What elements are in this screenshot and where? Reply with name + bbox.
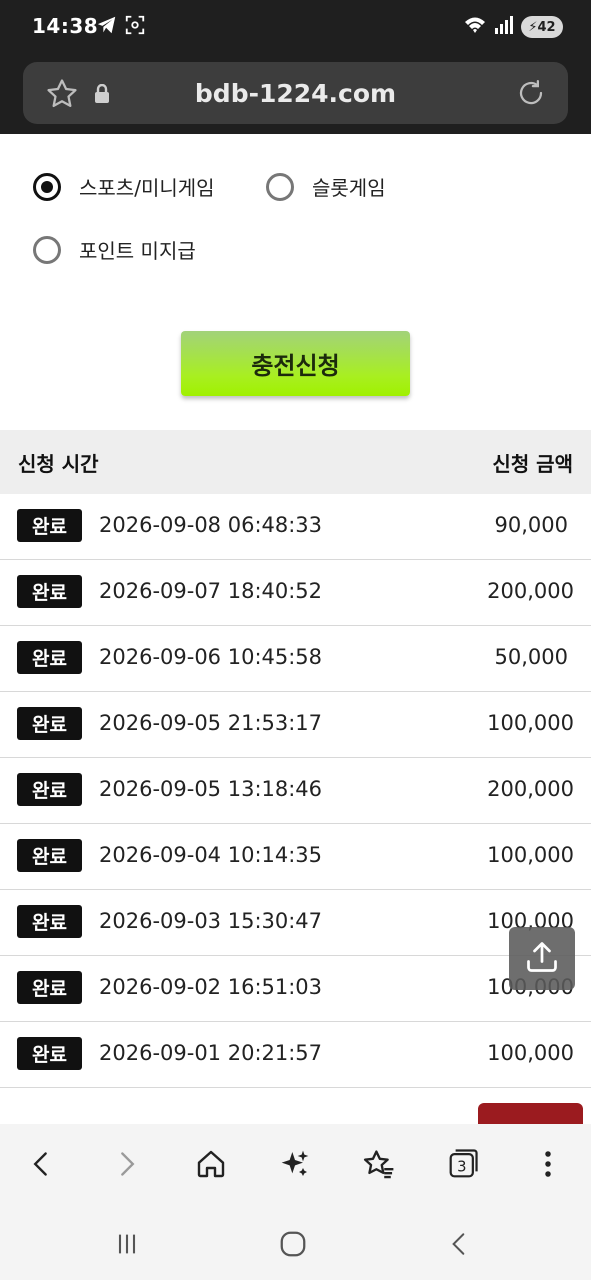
option-slot-game[interactable]: 슬롯게임 <box>266 172 386 201</box>
status-badge: 완료 <box>17 707 82 740</box>
option-no-point[interactable]: 포인트 미지급 <box>33 235 196 264</box>
option-sports-minigame[interactable]: 스포츠/미니게임 <box>33 172 215 201</box>
battery-icon: ⚡ 42 <box>521 16 563 38</box>
request-time: 2026-09-01 20:21:57 <box>99 1041 323 1065</box>
request-amount: 100,000 <box>487 843 574 867</box>
browser-toolbar: bdb-1224.com <box>0 56 591 134</box>
table-row[interactable]: 완료 2026-09-01 20:21:57 100,000 <box>0 1022 591 1088</box>
reload-icon[interactable] <box>516 78 546 112</box>
table-row[interactable]: 완료 2026-09-05 21:53:17 100,000 <box>0 692 591 758</box>
system-back-icon[interactable] <box>437 1222 481 1266</box>
charge-request-button[interactable]: 충전신청 <box>181 331 410 396</box>
request-time: 2026-09-06 10:45:58 <box>99 645 323 669</box>
table-row[interactable]: 완료 2026-09-02 16:51:03 100,000 <box>0 956 591 1022</box>
table-row[interactable]: 완료 2026-09-08 06:48:33 90,000 <box>0 494 591 560</box>
request-amount: 200,000 <box>487 777 574 801</box>
recent-apps-icon[interactable] <box>105 1222 149 1266</box>
request-time: 2026-09-04 10:14:35 <box>99 843 323 867</box>
signal-icon <box>493 14 515 40</box>
option-label: 포인트 미지급 <box>79 239 196 263</box>
status-badge: 완료 <box>17 575 82 608</box>
bookmarks-icon[interactable] <box>357 1142 401 1186</box>
status-badge: 완료 <box>17 971 82 1004</box>
upload-icon <box>524 939 560 979</box>
home-button-icon[interactable] <box>271 1222 315 1266</box>
ai-sparkle-icon[interactable] <box>273 1142 317 1186</box>
radio-no-point[interactable] <box>33 235 61 264</box>
more-menu-icon[interactable] <box>526 1142 570 1186</box>
screenshot-icon <box>124 14 146 40</box>
request-time: 2026-09-05 13:18:46 <box>99 777 323 801</box>
header-request-amount: 신청 금액 <box>492 451 573 476</box>
table-header: 신청 시간 신청 금액 <box>0 430 591 494</box>
status-badge: 완료 <box>17 1037 82 1070</box>
header-request-time: 신청 시간 <box>18 451 99 476</box>
wifi-icon <box>463 14 487 40</box>
request-time: 2026-09-02 16:51:03 <box>99 975 323 999</box>
table-row[interactable]: 완료 2026-09-06 10:45:58 50,000 <box>0 626 591 692</box>
page-content: 스포츠/미니게임 슬롯게임 포인트 미지급 충전신청 신청 시간 신청 금액 완… <box>0 134 591 1124</box>
back-icon[interactable] <box>19 1142 63 1186</box>
status-badge: 완료 <box>17 773 82 806</box>
option-label: 스포츠/미니게임 <box>79 176 215 200</box>
battery-level: 42 <box>537 19 556 35</box>
status-time: 14:38 <box>32 14 99 38</box>
request-time: 2026-09-03 15:30:47 <box>99 909 323 933</box>
table-row[interactable]: 완료 2026-09-03 15:30:47 100,000 <box>0 890 591 956</box>
home-icon[interactable] <box>189 1142 233 1186</box>
table-row[interactable]: 완료 2026-09-04 10:14:35 100,000 <box>0 824 591 890</box>
radio-sports-minigame[interactable] <box>33 172 61 201</box>
request-time: 2026-09-07 18:40:52 <box>99 579 323 603</box>
request-time: 2026-09-08 06:48:33 <box>99 513 323 537</box>
tabs-icon[interactable]: 3 <box>441 1142 485 1186</box>
telegram-icon <box>96 14 118 40</box>
request-amount: 90,000 <box>494 513 568 537</box>
status-bar: 14:38 ⚡ 42 <box>0 0 591 56</box>
address-bar[interactable]: bdb-1224.com <box>23 62 568 124</box>
request-amount: 50,000 <box>494 645 568 669</box>
status-badge: 완료 <box>17 509 82 542</box>
request-amount: 100,000 <box>487 711 574 735</box>
floating-red-tab[interactable] <box>478 1103 583 1124</box>
option-label: 슬롯게임 <box>312 176 386 200</box>
request-amount: 200,000 <box>487 579 574 603</box>
request-amount: 100,000 <box>487 1041 574 1065</box>
status-badge: 완료 <box>17 905 82 938</box>
status-badge: 완료 <box>17 839 82 872</box>
status-badge: 완료 <box>17 641 82 674</box>
table-row[interactable]: 완료 2026-09-07 18:40:52 200,000 <box>0 560 591 626</box>
request-time: 2026-09-05 21:53:17 <box>99 711 323 735</box>
system-navigation-bar <box>0 1202 591 1280</box>
forward-icon[interactable] <box>105 1142 149 1186</box>
scroll-top-button[interactable] <box>509 927 575 990</box>
radio-slot-game[interactable] <box>266 172 294 201</box>
tab-count: 3 <box>457 1158 466 1175</box>
browser-bottom-bar: 3 <box>0 1124 591 1202</box>
table-row[interactable]: 완료 2026-09-05 13:18:46 200,000 <box>0 758 591 824</box>
url-text: bdb-1224.com <box>194 79 397 108</box>
